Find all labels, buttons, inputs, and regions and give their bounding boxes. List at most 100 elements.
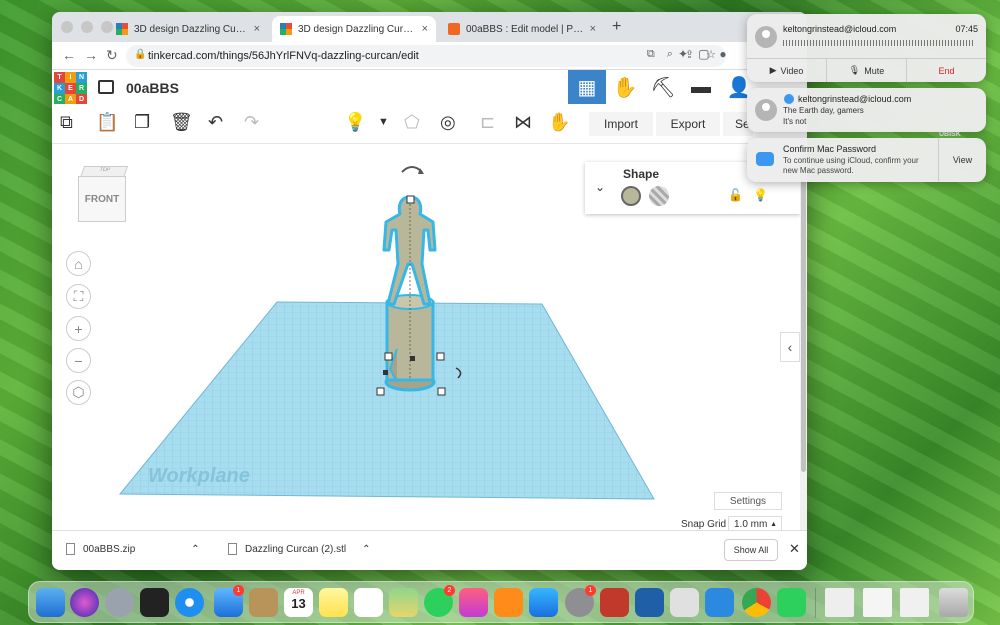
side-handle[interactable] [383,370,388,375]
visibility-bulb-icon[interactable]: 💡 [753,188,768,202]
tinkercad-logo[interactable]: T I N K E R C A D [54,72,87,105]
trash-icon[interactable] [939,588,968,617]
safari-compass-icon[interactable] [175,588,204,617]
view-button[interactable]: View [938,138,986,182]
selected-model[interactable] [382,195,437,392]
light-bulb-icon[interactable]: 💡 [344,112,366,133]
3d-workspace[interactable]: TOP FRONT ⌂ ⛶ + − ⬡ Workplane ⌄ Shape 🔓 … [52,144,800,530]
facetime-icon[interactable] [777,588,806,617]
import-button[interactable]: Import [589,112,653,136]
extensions-icon[interactable]: ✦ [678,47,688,61]
app-store-icon[interactable] [529,588,558,617]
roblox-icon[interactable] [670,588,699,617]
tab-dazzling-curcan-2[interactable]: 3D design Dazzling Curcan - Ti × [272,16,436,42]
calendar-icon[interactable]: APR 13 [284,588,313,617]
video-button[interactable]: ▶ Video [747,59,827,82]
blocks-hand-icon[interactable]: ✋ [606,70,644,105]
design-title[interactable]: 00aBBS [126,80,179,96]
tab-printables[interactable]: 00aBBS : Edit model | Printabl × [440,16,604,42]
window-controls [61,21,113,33]
end-call-button[interactable]: End [907,59,986,82]
close-tab-icon[interactable]: × [590,23,596,35]
dropdown-caret-icon[interactable]: ▼ [378,116,389,128]
close-tab-icon[interactable]: × [254,23,260,35]
minimize-window-button[interactable] [81,21,93,33]
shape-panel-title: Shape [623,167,660,181]
resize-handle[interactable] [376,387,385,396]
group-icon[interactable]: ⬠ [404,112,420,133]
redo-icon[interactable]: ↷ [244,112,259,133]
download-item-zip[interactable]: 00aBBS.zip ⌃ [66,543,200,555]
photo-booth-icon[interactable] [600,588,629,617]
sidebar-icon[interactable]: ▢ [698,47,709,61]
copy-icon[interactable]: ⧉ [60,112,73,133]
reminders-icon[interactable] [354,588,383,617]
back-arrow-icon[interactable]: ← [62,47,76,63]
close-window-button[interactable] [61,21,73,33]
undo-icon[interactable]: ↶ [208,112,223,133]
show-all-button[interactable]: Show All [724,539,778,561]
downloads-stack-icon[interactable] [825,588,854,617]
select-caret-icon: ▲ [770,520,777,528]
forward-arrow-icon[interactable]: → [84,47,98,63]
launchpad-rocket-icon[interactable] [105,588,134,617]
minecraft-pickaxe-icon[interactable]: ⛏ [644,70,682,105]
page-scrollbar[interactable] [800,144,807,530]
settings-button[interactable]: Settings [714,492,782,510]
collapse-chevron-icon[interactable]: ⌄ [595,180,605,194]
screenshot-stack-icon[interactable] [900,588,929,617]
facetime-call-notification[interactable]: keltongrinstead@icloud.com 07:45 ▶ Video … [747,14,986,82]
resize-handle[interactable] [436,352,445,361]
browser-window: 3D design Dazzling Curcan - Ti × 3D desi… [52,12,807,570]
paste-icon[interactable]: 📋 [96,112,118,133]
new-tab-button[interactable]: + [612,18,621,36]
notes-icon[interactable] [319,588,348,617]
siri-icon[interactable] [70,588,99,617]
align-icon[interactable]: ⊏ [480,112,495,133]
roblox-studio-icon[interactable] [705,588,734,617]
panel-collapse-tab[interactable]: ‹ [780,332,800,362]
message-notification[interactable]: keltongrinstead@icloud.com The Earth day… [747,88,986,132]
design-list-icon[interactable] [98,80,114,94]
lock-icon[interactable]: 🔓 [728,188,743,202]
reload-icon[interactable]: ↻ [106,47,118,64]
cruise-icon[interactable]: ✋ [548,112,570,133]
profile-icon[interactable]: ● [719,47,726,61]
lego-brick-icon[interactable]: ▬ [682,70,720,105]
chevron-up-icon[interactable]: ⌃ [362,544,370,555]
close-downloads-icon[interactable]: ✕ [789,541,800,557]
music-icon[interactable] [459,588,488,617]
terminal-icon[interactable] [140,588,169,617]
mute-button[interactable]: 🎙 Mute [827,59,907,82]
ungroup-icon[interactable]: ◎ [440,112,456,133]
contacts-icon[interactable] [249,588,278,617]
hole-swatch[interactable] [649,186,669,206]
resize-handle[interactable] [437,387,446,396]
solid-color-swatch[interactable] [621,186,641,206]
url-input[interactable]: 🔒 tinkercad.com/things/56JhYrlFNVq-dazzl… [126,45,726,67]
duplicate-icon[interactable]: ❐ [134,112,150,133]
download-item-stl[interactable]: Dazzling Curcan (2).stl ⌃ [228,543,371,555]
books-icon[interactable] [494,588,523,617]
chevron-up-icon[interactable]: ⌃ [191,544,199,555]
resize-handle[interactable] [384,352,393,361]
maps-icon[interactable] [389,588,418,617]
finder-icon[interactable] [36,588,65,617]
lock-icon: 🔒 [134,49,147,60]
export-button[interactable]: Export [656,112,720,136]
height-handle[interactable] [406,195,415,204]
open-external-icon[interactable]: ⧉ [647,48,655,61]
side-handle[interactable] [410,356,415,361]
zoom-icon[interactable]: ⌕ [667,48,673,61]
chrome-icon[interactable] [742,588,771,617]
tab-dazzling-curcan-1[interactable]: 3D design Dazzling Curcan - Ti × [108,16,268,42]
3d-view-grid-icon[interactable]: ▦ [568,70,606,105]
snap-grid-select[interactable]: 1.0 mm ▲ [728,516,782,530]
icloud-password-notification[interactable]: Confirm Mac Password To continue using i… [747,138,986,182]
bluetooth-app-icon[interactable] [635,588,664,617]
macos-dock: 1 APR 13 2 1 [28,581,974,623]
document-stack-icon[interactable] [863,588,892,617]
mirror-icon[interactable]: ⋈ [514,112,532,133]
delete-trash-icon[interactable]: 🗑 [170,112,193,133]
close-tab-icon[interactable]: × [422,23,428,35]
